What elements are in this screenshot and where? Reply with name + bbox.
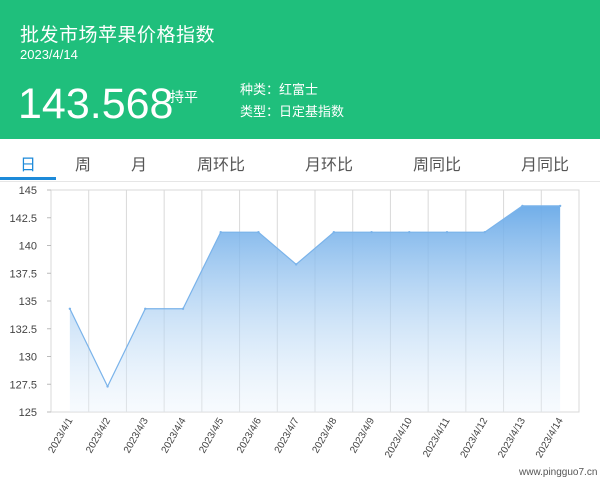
variety-label: 种类：红富士 [240, 83, 319, 98]
y-tick-label: 145 [19, 185, 37, 197]
x-tick-label: 2023/4/14 [534, 416, 566, 460]
data-point [521, 204, 524, 208]
y-tick-label: 137.5 [9, 268, 37, 280]
x-tick-label: 2023/4/3 [122, 416, 151, 456]
x-tick-label: 2023/4/1 [46, 416, 75, 456]
trend-label: 持平 [170, 90, 198, 106]
x-tick-label: 2023/4/7 [273, 416, 302, 456]
y-tick-label: 130 [19, 352, 37, 364]
x-tick-label: 2023/4/4 [160, 416, 189, 456]
y-tick-label: 127.5 [9, 379, 37, 391]
tab-month-year-over-year[interactable]: 月同比 [521, 151, 569, 175]
data-point [68, 307, 72, 310]
x-tick-label: 2023/4/9 [348, 416, 377, 456]
header-banner: 批发市场苹果价格指数 2023/4/14 143.568 持平 种类：红富士 类… [0, 0, 600, 139]
data-point [106, 385, 109, 388]
tab-day[interactable]: 日 [20, 151, 36, 175]
site-watermark: www.pingguo7.cn [519, 467, 598, 478]
tab-month[interactable]: 月 [131, 151, 147, 175]
tab-week-year-over-year[interactable]: 周同比 [413, 151, 461, 175]
page-title: 批发市场苹果价格指数 [20, 24, 216, 46]
data-point [294, 263, 298, 266]
y-tick-label: 140 [19, 241, 37, 253]
data-point [483, 230, 486, 234]
x-tick-label: 2023/4/2 [84, 416, 113, 456]
price-index-chart: 125 127.5 130 132.5 135 137.5 140 142.5 145 2023… [9, 185, 580, 460]
data-point [219, 230, 222, 234]
x-tick-label: 2023/4/11 [421, 416, 453, 460]
index-type-label: 类型：日定基指数 [240, 105, 345, 120]
data-point [370, 230, 373, 234]
x-tick-label: 2023/4/8 [310, 416, 339, 456]
tab-month-over-month[interactable]: 月环比 [305, 151, 353, 175]
data-point [257, 230, 260, 234]
data-point [181, 307, 185, 310]
tab-week-over-week[interactable]: 周环比 [197, 151, 245, 175]
y-tick-label: 135 [19, 296, 37, 308]
x-tick-label: 2023/4/10 [383, 416, 415, 460]
period-tabs: 日 周 月 周环比 月环比 周同比 月同比 [0, 139, 600, 182]
x-tick-label: 2023/4/13 [496, 416, 528, 460]
x-tick-label: 2023/4/12 [459, 416, 491, 460]
data-point [332, 230, 336, 234]
y-tick-label: 132.5 [9, 324, 37, 336]
data-point [445, 230, 449, 234]
date-label: 2023/4/14 [20, 47, 78, 62]
data-point [558, 204, 562, 208]
y-tick-label: 142.5 [9, 213, 37, 225]
data-point [408, 230, 411, 234]
tab-week[interactable]: 周 [75, 151, 91, 175]
y-tick-label: 125 [19, 407, 37, 419]
active-tab-indicator [0, 177, 56, 180]
index-value: 143.568 [18, 80, 174, 128]
x-tick-label: 2023/4/6 [235, 416, 264, 456]
data-point [144, 307, 147, 310]
x-tick-label: 2023/4/5 [197, 416, 226, 456]
